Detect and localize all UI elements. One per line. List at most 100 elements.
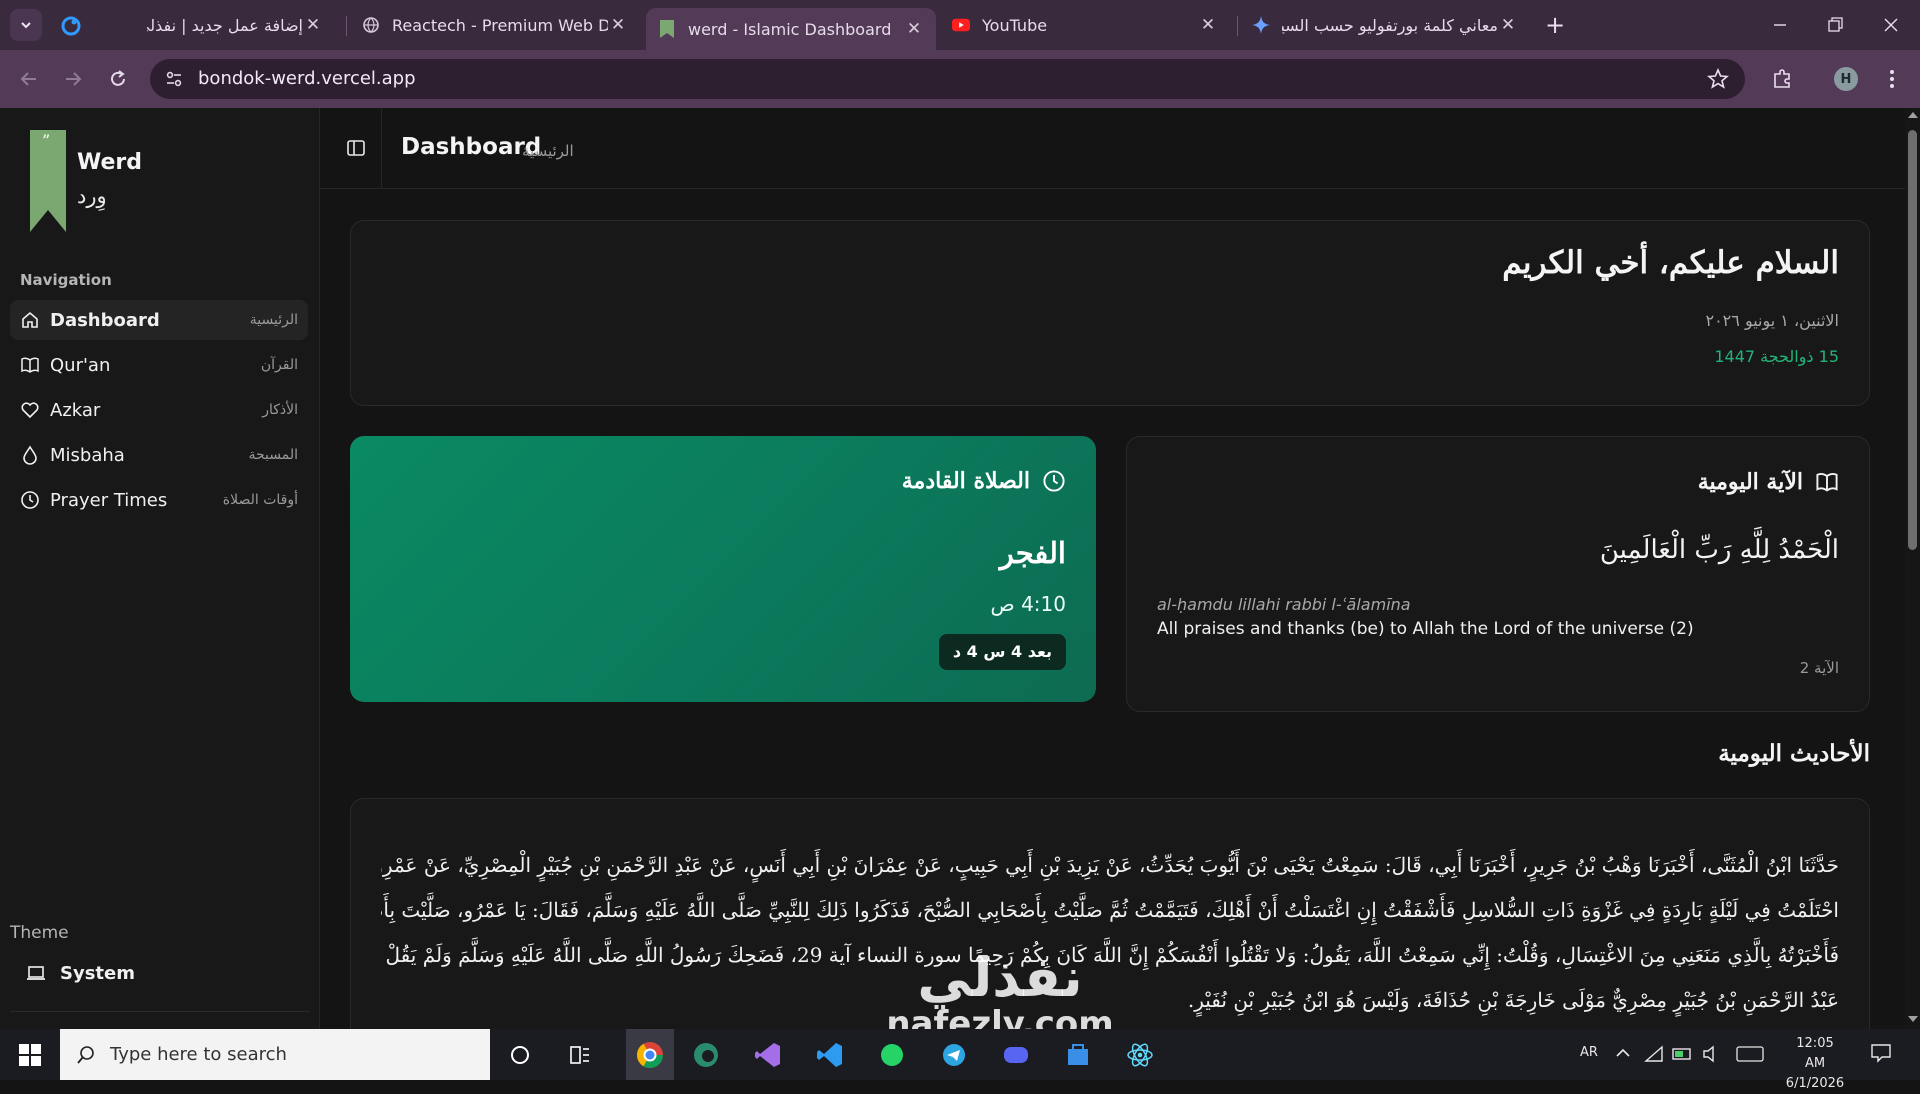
- site-info-icon[interactable]: [164, 69, 184, 89]
- greeting-title: السلام عليكم، أخي الكريم: [1502, 245, 1839, 281]
- back-button[interactable]: [14, 64, 44, 94]
- sidebar-item-prayer-times[interactable]: Prayer Times أوقات الصلاة: [10, 480, 308, 520]
- url-text: bondok-werd.vercel.app: [198, 68, 416, 89]
- theme-selector[interactable]: System: [18, 956, 308, 990]
- ayah-number: الآية 2: [1799, 659, 1839, 677]
- forward-button[interactable]: [58, 64, 88, 94]
- clock[interactable]: 12:05 AM 6/1/2026: [1785, 1034, 1845, 1094]
- taskbar-search-placeholder: Type here to search: [110, 1044, 287, 1065]
- minimize-button[interactable]: [1765, 12, 1795, 38]
- task-view-icon[interactable]: [562, 1037, 598, 1073]
- reload-button[interactable]: [103, 64, 133, 94]
- sidebar-item-azkar[interactable]: Azkar الأذكار: [10, 390, 308, 430]
- chrome-taskbar-icon[interactable]: [626, 1029, 674, 1080]
- page-subtitle-ar: الرئيسية: [522, 142, 574, 160]
- scroll-up-arrow-icon[interactable]: [1908, 112, 1918, 118]
- extensions-button[interactable]: [1767, 64, 1797, 94]
- close-window-button[interactable]: [1876, 12, 1906, 38]
- keyboard-icon[interactable]: [1736, 1046, 1764, 1062]
- gregorian-date: الاثنين، ١ يونيو ٢٠٢٦: [1705, 311, 1839, 330]
- notification-icon[interactable]: [1870, 1043, 1892, 1063]
- discord-icon[interactable]: [998, 1037, 1034, 1073]
- prayer-countdown-badge: بعد 4 س 4 د: [938, 634, 1066, 670]
- main-content: Dashboard الرئيسية السلام عليكم، أخي الك…: [320, 108, 1905, 1029]
- tab-reactech[interactable]: Reactech - Premium Web Devel ✕: [350, 8, 640, 42]
- battery-icon[interactable]: [1672, 1046, 1694, 1062]
- tab-nafezly[interactable]: إضافة عمل جديد | نفذلي ✕: [135, 8, 335, 42]
- chevron-down-icon: [21, 22, 31, 29]
- tab-title: Reactech - Premium Web Devel: [392, 15, 608, 35]
- store-icon[interactable]: [1060, 1037, 1096, 1073]
- visual-studio-icon[interactable]: [750, 1037, 786, 1073]
- theme-value: System: [60, 962, 135, 984]
- start-button[interactable]: [12, 1041, 48, 1069]
- profile-avatar[interactable]: H: [1834, 67, 1858, 91]
- page-scrollbar[interactable]: [1905, 108, 1920, 1029]
- browser-tab-strip: إضافة عمل جديد | نفذلي ✕ Reactech - Prem…: [0, 0, 1920, 50]
- cortana-icon[interactable]: [502, 1037, 538, 1073]
- tab-werd[interactable]: werd - Islamic Dashboard ✕: [646, 8, 936, 50]
- tab-title: werd - Islamic Dashboard: [688, 19, 892, 39]
- vscode-icon[interactable]: [812, 1037, 848, 1073]
- sidebar-item-quran[interactable]: Qur'an القرآن: [10, 345, 308, 385]
- tab-youtube[interactable]: YouTube ✕: [940, 8, 1230, 42]
- close-icon[interactable]: ✕: [904, 19, 924, 39]
- pinned-site-icon: [61, 16, 81, 36]
- sidebar-item-label: Misbaha: [50, 444, 125, 466]
- header-divider: [381, 108, 382, 189]
- new-tab-button[interactable]: +: [1540, 12, 1570, 40]
- tray-overflow-icon[interactable]: [1615, 1045, 1631, 1061]
- hadith-line: احْتَلَمْتُ فِي لَيْلَةٍ بَارِدَةٍ فِي غ…: [381, 898, 1839, 922]
- volume-icon[interactable]: [1702, 1045, 1722, 1063]
- close-icon[interactable]: ✕: [608, 15, 628, 35]
- close-icon[interactable]: ✕: [1498, 15, 1518, 35]
- prayer-name: الفجر: [999, 536, 1066, 570]
- scrollbar-thumb[interactable]: [1908, 130, 1917, 550]
- address-bar[interactable]: bondok-werd.vercel.app: [150, 59, 1745, 99]
- youtube-icon: [952, 16, 970, 34]
- panel-left-icon: [347, 140, 365, 156]
- telegram-icon[interactable]: [936, 1037, 972, 1073]
- taskbar-search[interactable]: Type here to search: [60, 1029, 490, 1080]
- edge-icon[interactable]: [688, 1037, 724, 1073]
- tab-search-button[interactable]: [10, 9, 42, 41]
- book-open-icon: [21, 357, 39, 373]
- droplet-icon: [23, 445, 37, 465]
- sidebar: ” Werd وِرد Navigation Dashboard الرئيسي…: [0, 108, 320, 1029]
- network-icon[interactable]: [1644, 1045, 1664, 1063]
- browser-menu-button[interactable]: [1882, 66, 1902, 92]
- heart-icon: [21, 402, 39, 419]
- sidebar-item-misbaha[interactable]: Misbaha المسبحة: [10, 435, 308, 475]
- ayah-heading: الآية اليومية: [1697, 469, 1803, 495]
- sidebar-toggle-button[interactable]: [344, 136, 368, 160]
- pinned-tab[interactable]: [58, 13, 84, 39]
- bookmark-star-icon[interactable]: [1707, 67, 1729, 90]
- sidebar-item-label-ar: القرآن: [260, 357, 298, 373]
- tab-gemini[interactable]: معاني كلمة بورتفوليو حسب السيا ✕: [1240, 8, 1530, 42]
- sidebar-item-label-ar: الرئيسية: [249, 312, 298, 328]
- arrow-left-icon: [20, 72, 36, 86]
- bookmark-favicon-icon: [658, 20, 676, 38]
- bookmark-logo-icon: ”: [30, 130, 66, 232]
- react-icon[interactable]: [1122, 1037, 1158, 1073]
- page-title: Dashboard: [401, 134, 542, 160]
- svg-text:”: ”: [42, 131, 50, 150]
- brand-logo[interactable]: ”: [28, 130, 68, 232]
- next-prayer-card: الصلاة القادمة الفجر 4:10 ص بعد 4 س 4 د: [350, 436, 1096, 702]
- sidebar-item-label: Dashboard: [50, 309, 160, 331]
- sidebar-item-label-ar: أوقات الصلاة: [222, 492, 298, 508]
- hadith-line: عَبْدُ الرَّحْمَنِ بْنُ جُبَيْرٍ مِصْرِي…: [1187, 988, 1839, 1012]
- restore-button[interactable]: [1820, 12, 1850, 38]
- search-icon: [77, 1045, 94, 1064]
- app-viewport: ” Werd وِرد Navigation Dashboard الرئيسي…: [0, 108, 1905, 1029]
- close-icon[interactable]: ✕: [303, 15, 323, 35]
- hijri-date: 15 ذوالحجة 1447: [1714, 347, 1839, 366]
- input-language[interactable]: AR: [1580, 1045, 1598, 1060]
- sidebar-item-dashboard[interactable]: Dashboard الرئيسية: [10, 300, 308, 340]
- whatsapp-icon[interactable]: [874, 1037, 910, 1073]
- close-icon[interactable]: ✕: [1198, 15, 1218, 35]
- scroll-down-arrow-icon[interactable]: [1908, 1016, 1918, 1022]
- hadith-card: حَدَّثَنَا ابْنُ الْمُثَنَّى، أَخْبَرَنَ…: [350, 798, 1870, 1029]
- brand-name-en: Werd: [77, 150, 143, 175]
- clock-icon: [21, 491, 39, 509]
